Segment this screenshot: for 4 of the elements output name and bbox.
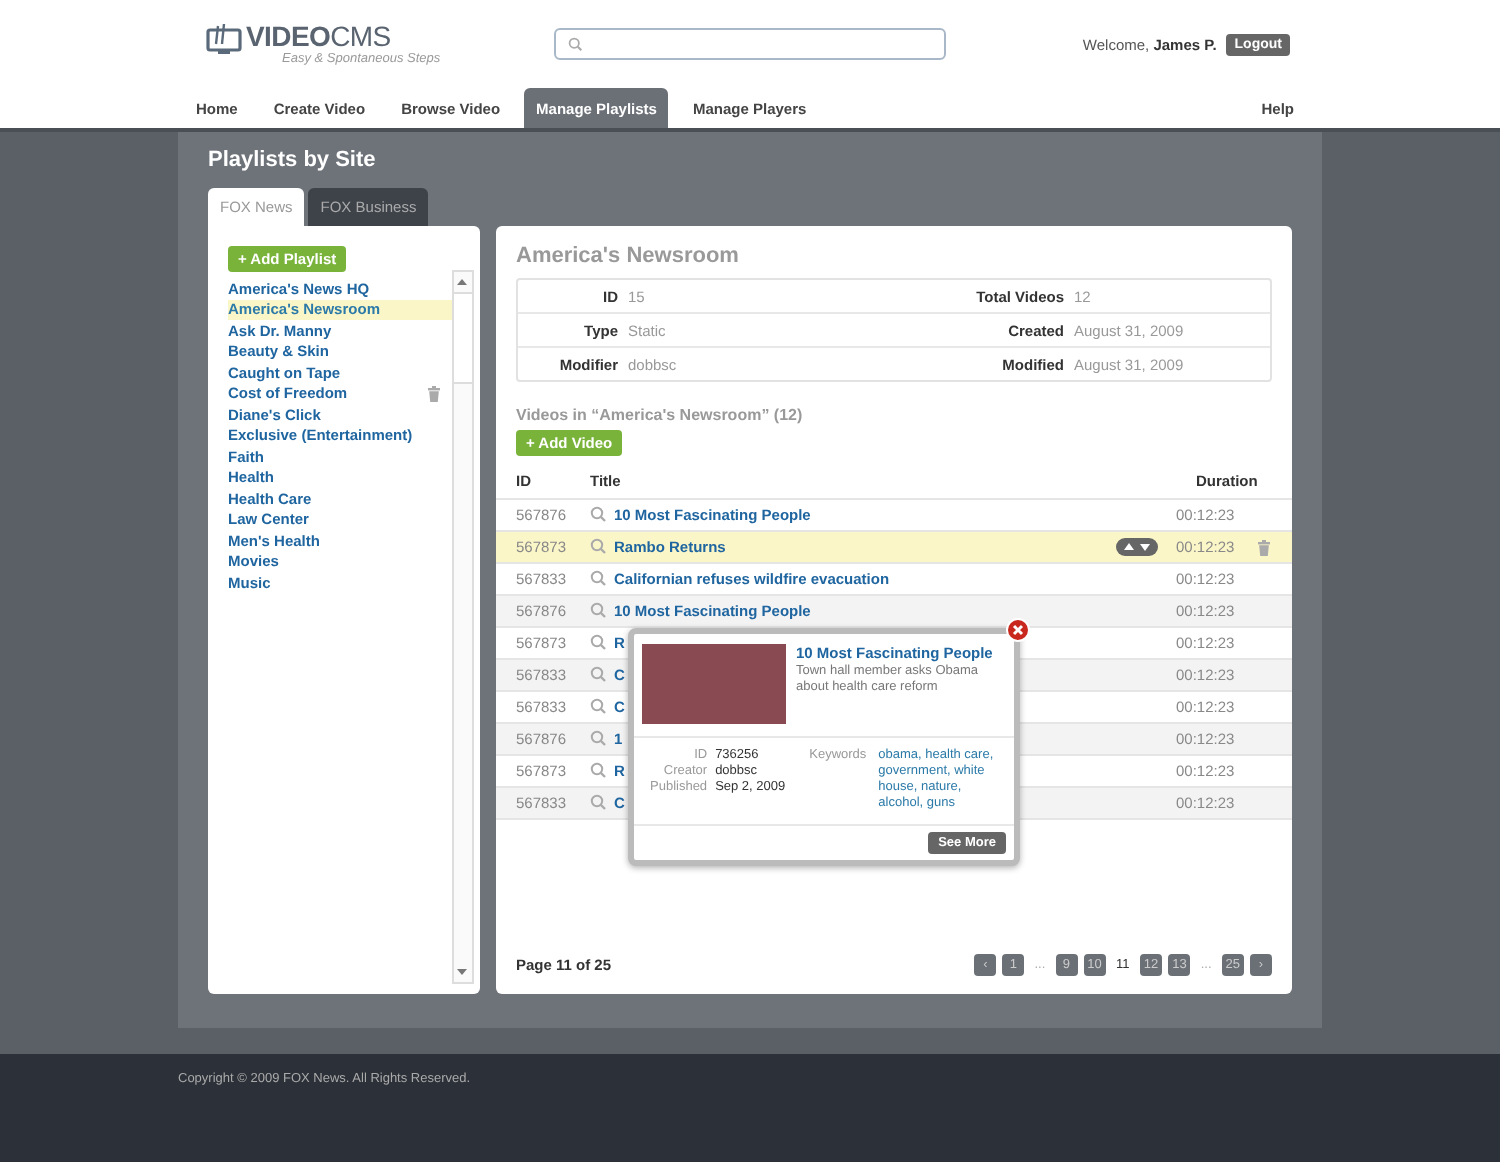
page-title: Playlists by Site [208,148,378,176]
playlist-title: America's Newsroom [516,244,741,272]
logo-text: VIDEOCMS [246,22,393,50]
videos-heading: Videos in “America's Newsroom” (12) [516,406,805,428]
